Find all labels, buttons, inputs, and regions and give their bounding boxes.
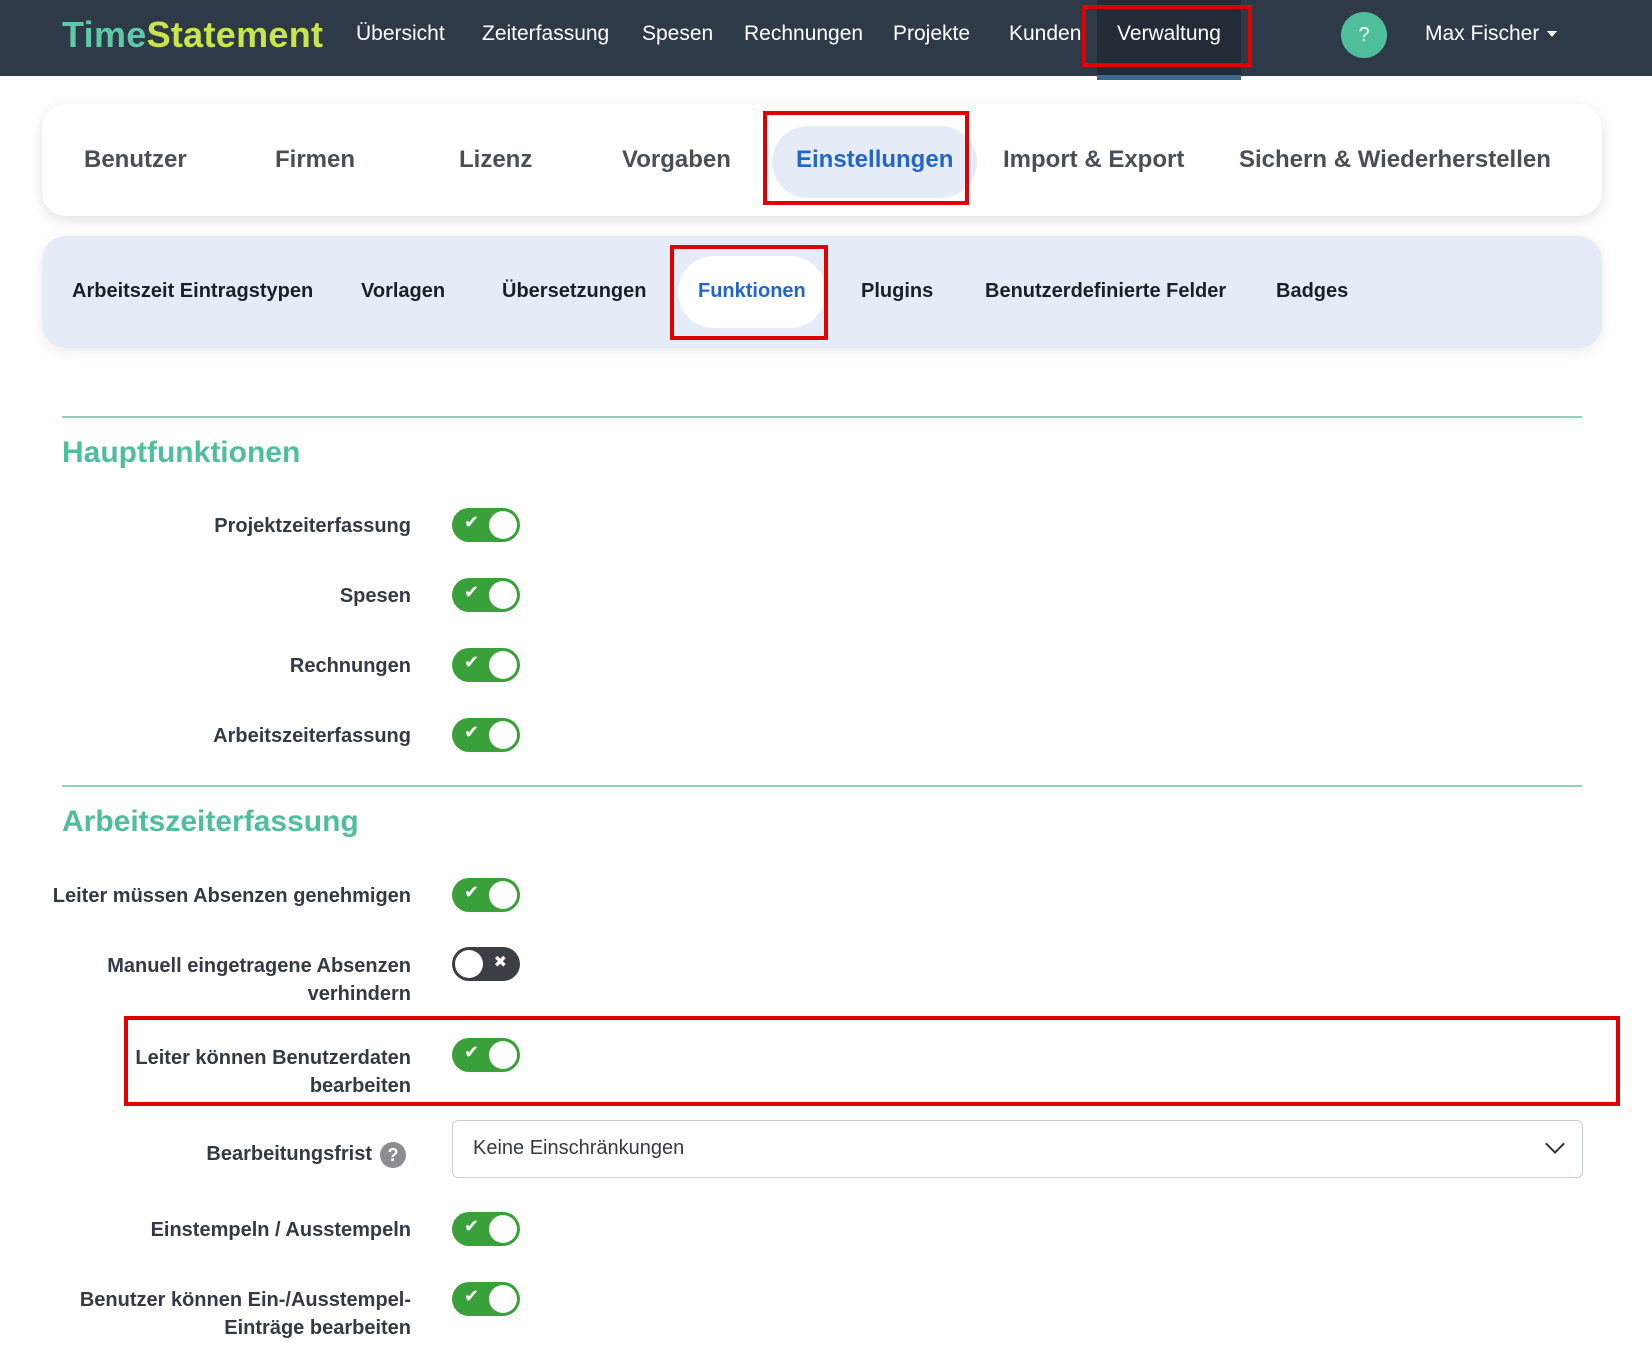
toggle-leiter-absenzen-genehmigen[interactable]: ✔ — [452, 878, 520, 912]
user-menu[interactable]: Max Fischer — [1425, 22, 1558, 46]
highlight-verwaltung — [1082, 5, 1252, 67]
setting-label: Projektzeiterfassung — [214, 515, 411, 537]
setting-label: Spesen — [339, 585, 411, 607]
caret-down-icon — [1547, 31, 1558, 38]
highlight-funktionen — [670, 245, 828, 340]
toggle-stempel-eintraege-bearbeiten[interactable]: ✔ — [452, 1282, 520, 1316]
check-icon: ✔ — [464, 1216, 480, 1236]
tab-firmen[interactable]: Firmen — [275, 146, 355, 174]
nav-item-spesen[interactable]: Spesen — [642, 22, 713, 46]
help-button[interactable]: ? — [1341, 12, 1387, 58]
tab-uebersetzungen[interactable]: Übersetzungen — [502, 280, 646, 303]
toggle-knob — [489, 1285, 517, 1313]
tab-benutzer[interactable]: Benutzer — [84, 146, 187, 174]
tab-sichern-wiederherstellen[interactable]: Sichern & Wiederherstellen — [1239, 146, 1551, 174]
tab-benutzerdefinierte-felder[interactable]: Benutzerdefinierte Felder — [985, 280, 1226, 303]
nav-item-kunden[interactable]: Kunden — [1009, 22, 1081, 46]
toggle-knob — [489, 581, 517, 609]
toggle-knob — [455, 950, 483, 978]
toggle-einstempeln-ausstempeln[interactable]: ✔ — [452, 1212, 520, 1246]
select-value: Keine Einschränkungen — [473, 1137, 685, 1159]
section-divider — [62, 785, 1582, 787]
toggle-manuelle-absenzen-verhindern[interactable]: ✖ — [452, 947, 520, 981]
check-icon: ✔ — [464, 882, 480, 902]
toggle-knob — [489, 881, 517, 909]
toggle-arbeitszeiterfassung[interactable]: ✔ — [452, 718, 520, 752]
nav-item-zeiterfassung[interactable]: Zeiterfassung — [482, 22, 609, 46]
nav-item-uebersicht[interactable]: Übersicht — [356, 22, 445, 46]
check-icon: ✔ — [464, 652, 480, 672]
check-icon: ✔ — [464, 582, 480, 602]
setting-label: Leiter müssen Absenzen genehmigen — [52, 885, 411, 907]
toggle-knob — [489, 651, 517, 679]
help-icon[interactable]: ? — [380, 1141, 406, 1168]
toggle-knob — [489, 511, 517, 539]
toggle-rechnungen[interactable]: ✔ — [452, 648, 520, 682]
tab-lizenz[interactable]: Lizenz — [459, 146, 532, 174]
tab-import-export[interactable]: Import & Export — [1003, 146, 1184, 174]
check-icon: ✔ — [464, 1286, 480, 1306]
bearbeitungsfrist-select[interactable]: Keine Einschränkungen — [452, 1120, 1583, 1178]
close-icon: ✖ — [493, 954, 507, 971]
tab-plugins[interactable]: Plugins — [861, 280, 933, 303]
setting-label: Einstempeln / Ausstempeln — [150, 1219, 411, 1241]
tab-badges[interactable]: Badges — [1276, 280, 1348, 303]
setting-label: Bearbeitungsfrist? — [206, 1140, 406, 1168]
highlight-leiter-benutzerdaten — [124, 1016, 1620, 1106]
check-icon: ✔ — [464, 512, 480, 532]
toggle-spesen[interactable]: ✔ — [452, 578, 520, 612]
highlight-einstellungen — [763, 111, 969, 205]
setting-label: Manuell eingetragene Absenzen verhindern — [107, 955, 411, 1005]
toggle-projektzeiterfassung[interactable]: ✔ — [452, 508, 520, 542]
nav-item-projekte[interactable]: Projekte — [893, 22, 970, 46]
section-title-hauptfunktionen: Hauptfunktionen — [62, 436, 301, 469]
section-divider — [62, 416, 1582, 418]
section-title-arbeitszeiterfassung: Arbeitszeiterfassung — [62, 805, 359, 838]
tab-vorlagen[interactable]: Vorlagen — [361, 280, 445, 303]
toggle-knob — [489, 721, 517, 749]
check-icon: ✔ — [464, 722, 480, 742]
tab-arbeitszeit-eintragstypen[interactable]: Arbeitszeit Eintragstypen — [72, 280, 313, 303]
chevron-down-icon — [1545, 1134, 1565, 1154]
brand-logo[interactable]: TimeStatement — [62, 14, 323, 56]
nav-item-rechnungen[interactable]: Rechnungen — [744, 22, 863, 46]
toggle-knob — [489, 1215, 517, 1243]
setting-label: Arbeitszeiterfassung — [213, 725, 411, 747]
setting-label: Rechnungen — [289, 655, 411, 677]
top-navbar: TimeStatement Übersicht Zeiterfassung Sp… — [0, 0, 1652, 80]
setting-label: Benutzer können Ein-/Ausstempel- Einträge… — [79, 1289, 411, 1339]
user-name: Max Fischer — [1425, 22, 1540, 45]
tab-vorgaben[interactable]: Vorgaben — [622, 146, 731, 174]
